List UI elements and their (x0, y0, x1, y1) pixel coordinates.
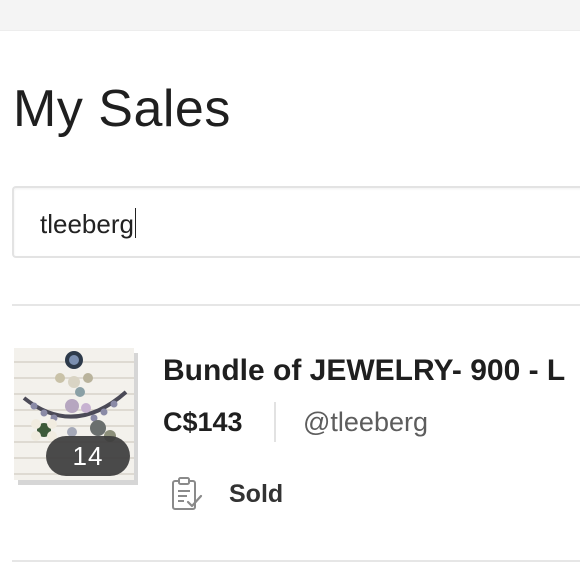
photo-count-badge: 14 (46, 436, 130, 476)
search-box[interactable]: tleeberg (12, 186, 580, 258)
price-seller-separator (274, 402, 276, 442)
listing-price: C$143 (163, 407, 243, 437)
text-caret (134, 208, 136, 238)
divider (12, 304, 580, 306)
search-input[interactable]: tleeberg (40, 208, 136, 240)
status-label: Sold (229, 480, 284, 508)
search-input-value: tleeberg (40, 209, 134, 239)
page-title: My Sales (13, 80, 231, 138)
divider (12, 560, 580, 562)
top-bar (0, 0, 580, 31)
listing-title[interactable]: Bundle of JEWELRY- 900 - L (163, 352, 565, 390)
seller-username[interactable]: @tleeberg (303, 404, 428, 440)
clipboard-check-icon (172, 477, 203, 510)
